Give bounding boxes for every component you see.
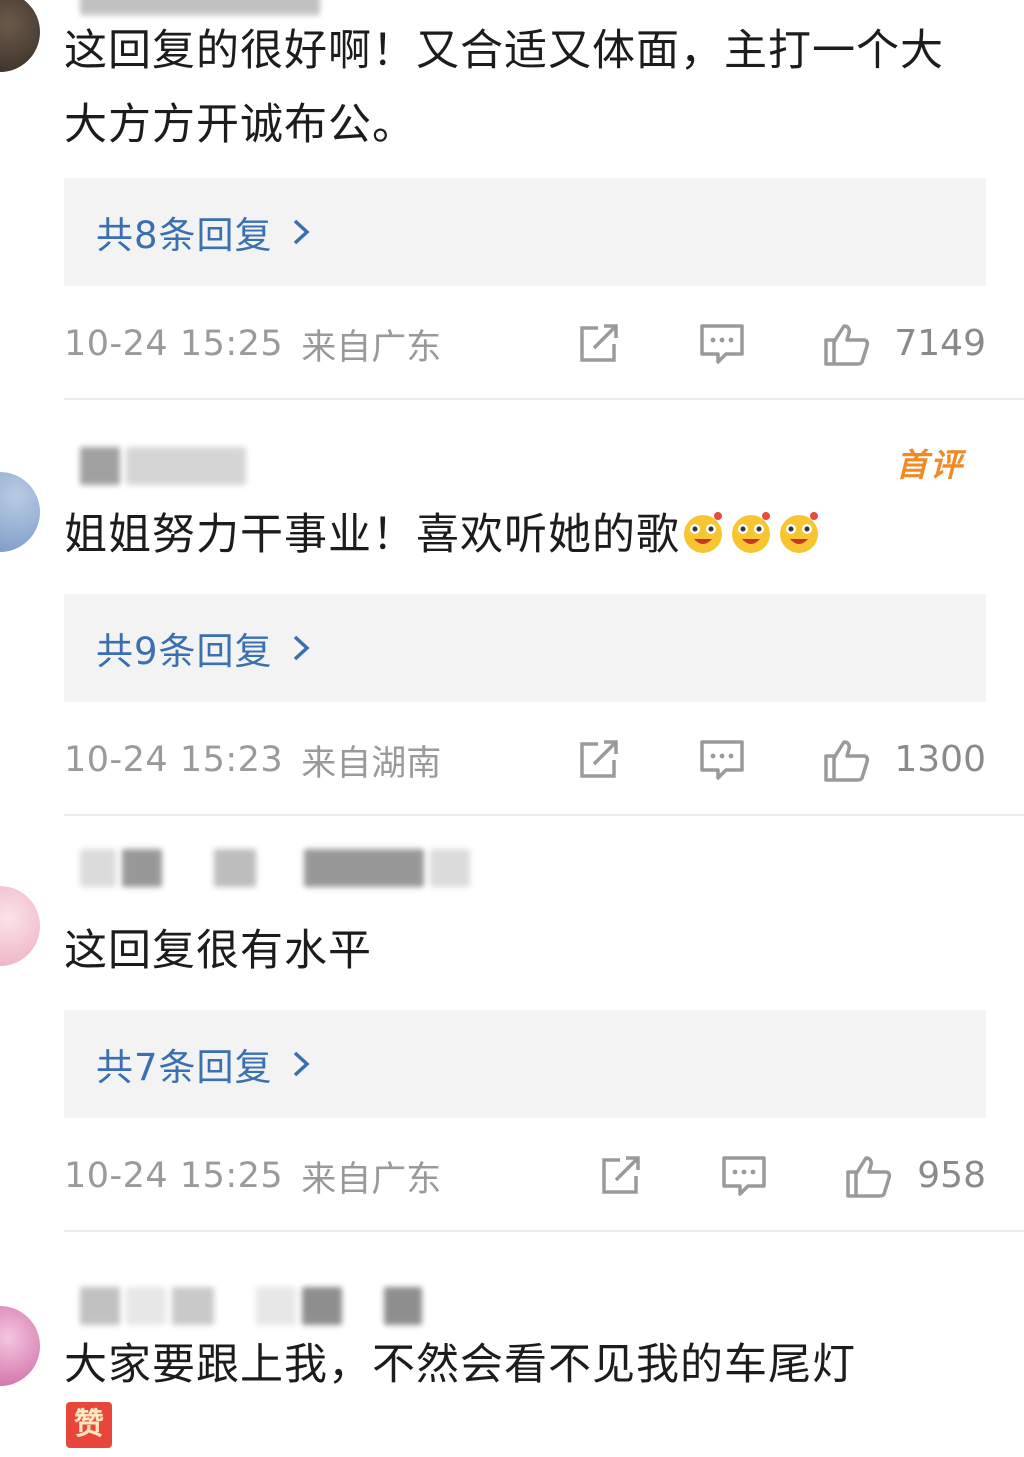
username-blurred[interactable] — [80, 849, 470, 887]
username-blurred[interactable] — [80, 447, 246, 485]
like-count: 7149 — [894, 323, 986, 364]
location: 来自广东 — [301, 1159, 442, 1200]
divider — [64, 814, 1024, 816]
username-blurred[interactable] — [80, 0, 320, 15]
laughing-emoji-icon — [684, 512, 722, 553]
share-icon[interactable] — [574, 322, 622, 366]
avatar[interactable] — [0, 472, 40, 552]
chevron-right-icon — [293, 635, 310, 661]
avatar[interactable] — [0, 0, 40, 72]
comment-meta: 10-24 15:25 来自广东 958 — [64, 1148, 986, 1204]
laughing-emoji-icon — [732, 512, 770, 553]
comment-text: 大家要跟上我，不然会看不见我的车尾灯 — [64, 1340, 856, 1390]
avatar[interactable] — [0, 886, 40, 966]
replies-label: 共8条回复 — [96, 214, 273, 257]
like-icon[interactable] — [844, 1154, 892, 1198]
comment-text: 姐姐努力干事业！喜欢听她的歌 — [64, 498, 984, 572]
share-icon[interactable] — [574, 738, 622, 782]
username-blurred[interactable] — [80, 1287, 422, 1325]
timestamp: 10-24 15:25 — [64, 1156, 284, 1196]
comment-icon[interactable] — [698, 322, 746, 366]
replies-label: 共7条回复 — [96, 1046, 273, 1089]
timestamp: 10-24 15:23 — [64, 740, 284, 780]
zan-sticker-icon: 赞 — [66, 1402, 112, 1448]
like-icon[interactable] — [822, 738, 870, 782]
chevron-right-icon — [293, 219, 310, 245]
comment-meta: 10-24 15:23 来自湖南 1300 — [64, 732, 986, 788]
first-comment-badge: 首评 — [895, 446, 964, 484]
location: 来自广东 — [301, 327, 442, 368]
like-count: 1300 — [894, 739, 986, 780]
timestamp: 10-24 15:25 — [64, 324, 284, 364]
comment-icon[interactable] — [720, 1154, 768, 1198]
chevron-right-icon — [293, 1051, 310, 1077]
divider — [64, 1230, 1024, 1232]
replies-button[interactable]: 共7条回复 — [64, 1010, 986, 1118]
divider — [64, 398, 1024, 400]
replies-button[interactable]: 共8条回复 — [64, 178, 986, 286]
location: 来自湖南 — [301, 743, 442, 784]
comment-icon[interactable] — [698, 738, 746, 782]
share-icon[interactable] — [596, 1154, 644, 1198]
comment-text: 这回复很有水平 — [64, 926, 372, 976]
laughing-emoji-icon — [780, 512, 818, 553]
avatar[interactable] — [0, 1306, 40, 1386]
comment-text-content: 姐姐努力干事业！喜欢听她的歌 — [64, 510, 680, 560]
comment-text: 这回复的很好啊！又合适又体面，主打一个大大方方开诚布公。 — [64, 26, 944, 150]
replies-label: 共9条回复 — [96, 630, 273, 673]
comment-meta: 10-24 15:25 来自广东 7149 — [64, 316, 986, 372]
like-count: 958 — [917, 1155, 986, 1196]
like-icon[interactable] — [822, 322, 870, 366]
replies-button[interactable]: 共9条回复 — [64, 594, 986, 702]
